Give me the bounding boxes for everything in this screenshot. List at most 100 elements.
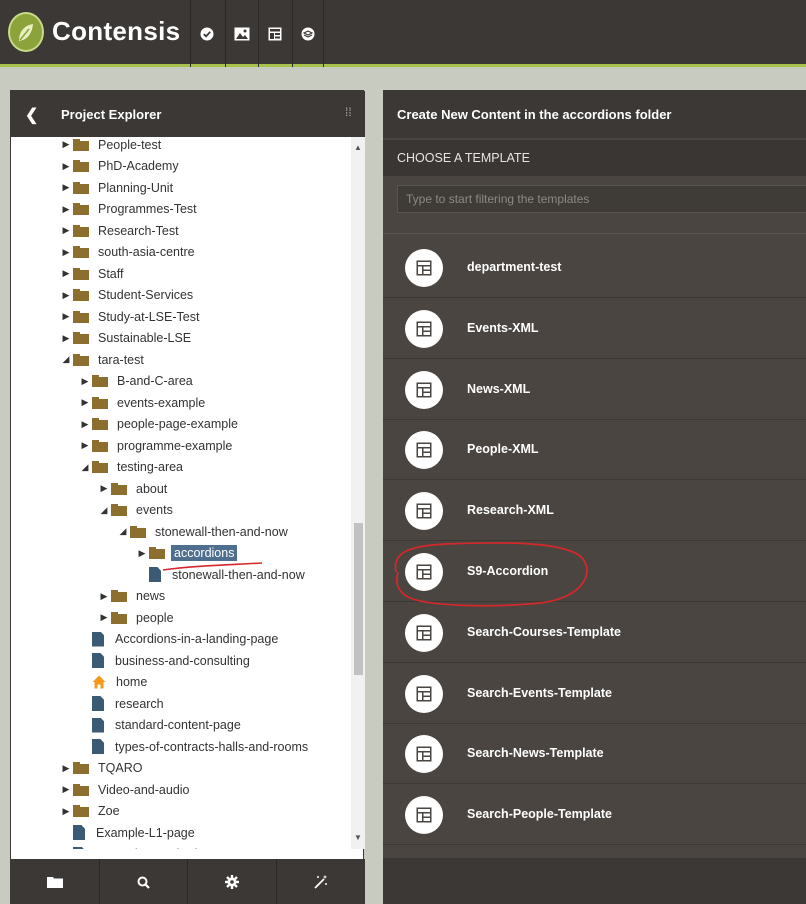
collapsed-arrow-icon[interactable]: ▶	[59, 268, 73, 279]
collapsed-arrow-icon[interactable]: ▶	[59, 139, 73, 150]
tree-item[interactable]: ▶ Video-and-audio	[59, 779, 193, 800]
collapsed-arrow-icon[interactable]: ▶	[78, 397, 92, 408]
tree-scrollbar[interactable]: ▲ ▼	[351, 137, 365, 849]
tree-item[interactable]: ▶ people	[97, 607, 177, 628]
tree-item[interactable]: Example-L1-page	[59, 822, 198, 843]
tree-item[interactable]: ▶ B-and-C-area	[78, 371, 196, 392]
tree-item[interactable]: ▶ Student-Services	[59, 285, 196, 306]
tree-item[interactable]: ▶ people-page-example	[78, 414, 241, 435]
tree-item[interactable]: Accordions-in-a-landing-page	[78, 629, 281, 650]
template-filter-input[interactable]: Type to start filtering the templates	[397, 185, 806, 213]
collapsed-arrow-icon[interactable]: ▶	[59, 333, 73, 344]
collapsed-arrow-icon[interactable]: ▶	[59, 784, 73, 795]
page-icon	[92, 696, 104, 711]
layers-icon[interactable]	[292, 0, 324, 67]
template-item[interactable]: S9-Accordion	[383, 542, 806, 602]
template-item[interactable]: Events-XML	[383, 299, 806, 359]
template-item[interactable]: department-test	[383, 238, 806, 298]
tree-item-label: Example-L1-page	[96, 825, 195, 840]
scroll-down-icon[interactable]: ▼	[354, 833, 362, 842]
tree-item-label: Research-Test	[98, 223, 179, 238]
tree-item-label: testing-area	[117, 460, 184, 474]
tree-item[interactable]: ◢ events	[97, 500, 176, 521]
collapsed-arrow-icon[interactable]: ▶	[59, 204, 73, 215]
create-content-panel: Create New Content in the accordions fol…	[383, 90, 806, 904]
scroll-thumb[interactable]	[354, 523, 363, 675]
magic-wand-icon[interactable]	[277, 859, 366, 904]
expanded-arrow-icon[interactable]: ◢	[97, 505, 111, 516]
gear-icon[interactable]	[188, 859, 277, 904]
collapsed-arrow-icon[interactable]: ▶	[78, 376, 92, 387]
tree-item[interactable]: home	[78, 672, 150, 693]
template-item[interactable]: Search-Events-Template	[383, 664, 806, 724]
template-item[interactable]: Search-News-Template	[383, 724, 806, 785]
search-icon[interactable]	[100, 859, 188, 904]
tree-item[interactable]: types-of-contracts-halls-and-rooms	[78, 736, 311, 757]
contensis-logo-icon[interactable]	[8, 12, 44, 52]
collapsed-arrow-icon[interactable]: ▶	[59, 806, 73, 817]
expanded-arrow-icon[interactable]: ◢	[78, 462, 92, 473]
tree-item[interactable]: ▶ Research-Test	[59, 220, 182, 241]
tree-item[interactable]: research	[78, 693, 167, 714]
template-item[interactable]: Search-People-Template	[383, 785, 806, 846]
tree-item[interactable]: ▶ news	[97, 586, 168, 607]
tree-item[interactable]: ▶ Staff	[59, 263, 126, 284]
top-bar: Contensis	[0, 0, 806, 67]
project-explorer-panel: ❮ Project Explorer ⁞⁞ ▶ People-test ▶ PhD-A…	[10, 90, 366, 904]
collapsed-arrow-icon[interactable]: ▶	[97, 591, 111, 602]
tree-item-label: People-test	[98, 137, 162, 152]
tree-item-label: events	[136, 503, 173, 517]
tree-item[interactable]: ▶ Zoe	[59, 801, 123, 822]
tree-item[interactable]: stonewall-then-and-now	[135, 564, 308, 585]
template-item[interactable]: People-XML	[383, 420, 806, 481]
tree-item[interactable]: ▶ about	[97, 478, 170, 499]
tree-item[interactable]: ▶ south-asia-centre	[59, 242, 198, 263]
tree-item[interactable]: business-and-consulting	[78, 650, 253, 671]
project-explorer-header: ❮ Project Explorer ⁞⁞	[11, 91, 365, 137]
collapse-panel-button[interactable]: ❮	[25, 105, 38, 125]
collapsed-arrow-icon[interactable]: ▶	[78, 419, 92, 430]
template-item[interactable]: News-XML	[383, 360, 806, 420]
collapsed-arrow-icon[interactable]: ▶	[59, 311, 73, 322]
expanded-arrow-icon[interactable]: ◢	[59, 354, 73, 365]
tree-item[interactable]: ▶ programme-example	[78, 435, 235, 456]
tree-item[interactable]: ▶ accordions	[135, 543, 238, 564]
folder-icon	[73, 160, 89, 172]
tree-item[interactable]: ▶ Sustainable-LSE	[59, 328, 194, 349]
collapsed-arrow-icon[interactable]: ▶	[59, 161, 73, 172]
tree-item[interactable]: ▶ Planning-Unit	[59, 177, 176, 198]
template-name: Research-XML	[467, 503, 554, 518]
folder-icon[interactable]	[11, 859, 100, 904]
tree-item[interactable]: ▶ Study-at-LSE-Test	[59, 306, 202, 327]
collapsed-arrow-icon[interactable]: ▶	[59, 763, 73, 774]
tree-item[interactable]: ◢ stonewall-then-and-now	[116, 521, 291, 542]
expanded-arrow-icon[interactable]: ◢	[116, 526, 130, 537]
tree-item[interactable]: ▶ Programmes-Test	[59, 199, 200, 220]
tree-item-label: Planning-Unit	[98, 180, 174, 195]
tree-item[interactable]: ▶ PhD-Academy	[59, 156, 182, 177]
collapsed-arrow-icon[interactable]: ▶	[78, 440, 92, 451]
tree-item[interactable]: standard-content-page	[78, 715, 244, 736]
check-circle-icon[interactable]	[190, 0, 222, 67]
tree-item[interactable]: ▶ events-example	[78, 392, 208, 413]
template-item[interactable]: Search-Courses-Template	[383, 603, 806, 663]
template-icon[interactable]	[258, 0, 290, 67]
scroll-up-icon[interactable]: ▲	[354, 143, 362, 152]
image-icon[interactable]	[225, 0, 257, 67]
collapsed-arrow-icon[interactable]: ▶	[97, 483, 111, 494]
collapsed-arrow-icon[interactable]: ▶	[59, 182, 73, 193]
tree-item[interactable]: ◢ tara-test	[59, 349, 147, 370]
tree-item[interactable]: ▶ People-test	[59, 137, 164, 155]
collapsed-arrow-icon[interactable]: ▶	[59, 225, 73, 236]
template-item[interactable]: Research-XML	[383, 481, 806, 542]
drag-grip-icon[interactable]: ⁞⁞	[345, 105, 352, 119]
collapsed-arrow-icon[interactable]: ▶	[135, 548, 149, 559]
collapsed-arrow-icon[interactable]: ▶	[59, 290, 73, 301]
tree-item[interactable]: Example-standard-content-page	[59, 844, 278, 849]
collapsed-arrow-icon[interactable]: ▶	[97, 612, 111, 623]
template-name: Events-XML	[467, 320, 539, 335]
collapsed-arrow-icon[interactable]: ▶	[59, 247, 73, 258]
tree-item-label: research	[115, 696, 164, 711]
tree-item[interactable]: ◢ testing-area	[78, 457, 186, 478]
tree-item[interactable]: ▶ TQARO	[59, 758, 145, 779]
